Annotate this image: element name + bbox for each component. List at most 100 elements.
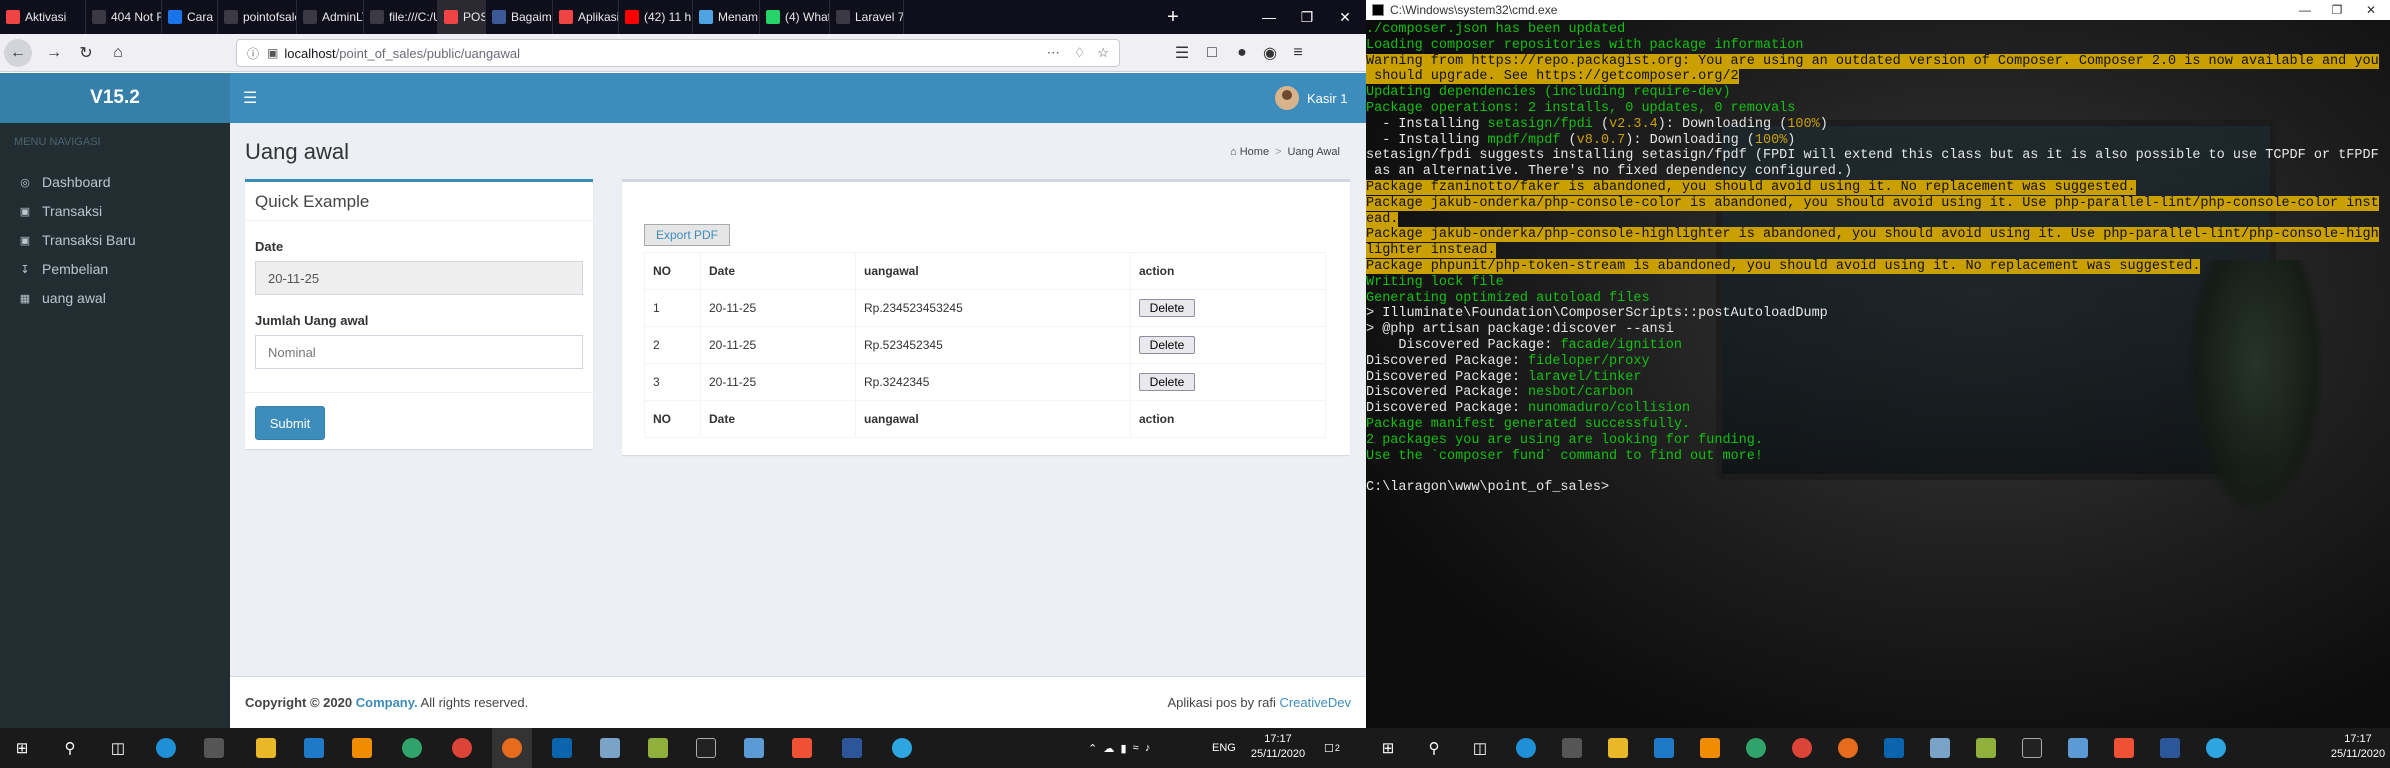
- telegram-icon[interactable]: [890, 736, 914, 760]
- page-actions-icon[interactable]: ⋯: [1047, 45, 1060, 61]
- language-indicator[interactable]: ENG: [1212, 728, 1236, 768]
- user-menu[interactable]: Kasir 1: [1275, 83, 1365, 113]
- tray-icons[interactable]: ⌃ ☁ ▮ ≈ ♪: [1088, 728, 1150, 768]
- edge-icon[interactable]: [154, 736, 178, 760]
- search-icon[interactable]: ⚲: [1422, 736, 1446, 760]
- task-view-icon[interactable]: ◫: [106, 736, 130, 760]
- maximize-icon[interactable]: ❐: [2322, 0, 2352, 20]
- git-icon[interactable]: [790, 736, 814, 760]
- app-blue-icon[interactable]: [742, 736, 766, 760]
- new-tab-button[interactable]: +: [1160, 0, 1186, 34]
- submit-button[interactable]: Submit: [255, 406, 325, 440]
- word-icon[interactable]: [840, 736, 864, 760]
- store-icon[interactable]: [1560, 736, 1584, 760]
- vscode-icon[interactable]: [1652, 736, 1676, 760]
- clock[interactable]: 17:17 25/11/2020: [1246, 732, 1310, 762]
- windows-start-icon[interactable]: ⊞: [10, 736, 34, 760]
- url-bar[interactable]: ⓘ ▣ localhost/point_of_sales/public/uang…: [236, 39, 1120, 67]
- edge-icon[interactable]: [1514, 736, 1538, 760]
- sublime-icon[interactable]: [350, 736, 374, 760]
- maximize-icon[interactable]: ❐: [1288, 0, 1326, 34]
- file-explorer-icon[interactable]: [1606, 736, 1630, 760]
- delete-button[interactable]: Delete: [1139, 373, 1195, 391]
- volume-icon[interactable]: ♪: [1145, 742, 1151, 754]
- telegram-icon[interactable]: [2204, 736, 2228, 760]
- file-explorer-icon[interactable]: [254, 736, 278, 760]
- minimize-icon[interactable]: —: [1250, 0, 1288, 34]
- bookmark-star-icon[interactable]: ☆: [1097, 45, 1109, 61]
- tab-4[interactable]: AdminLTE 2: [297, 0, 364, 34]
- notes-icon[interactable]: [598, 736, 622, 760]
- tab-3[interactable]: pointofsale7: [218, 0, 297, 34]
- clock[interactable]: 17:17 25/11/2020: [2328, 732, 2388, 762]
- gitkraken-icon[interactable]: [400, 736, 424, 760]
- close-icon[interactable]: ✕: [1326, 0, 1364, 34]
- pocket-icon[interactable]: ♢: [1074, 45, 1086, 61]
- search-icon[interactable]: ⚲: [58, 736, 82, 760]
- notification-icon[interactable]: ☐ 2: [1324, 728, 1340, 768]
- menu-icon[interactable]: ≡: [1286, 41, 1310, 65]
- tab-8[interactable]: Aplikasi: [553, 0, 619, 34]
- chevron-up-icon[interactable]: ⌃: [1088, 742, 1097, 755]
- task-view-icon[interactable]: ◫: [1468, 736, 1492, 760]
- mail-icon[interactable]: [550, 736, 574, 760]
- reload-button[interactable]: ↻: [74, 41, 98, 65]
- tab-12[interactable]: Laravel 7: Tu: [830, 0, 904, 34]
- library-icon[interactable]: ☰: [1170, 41, 1194, 65]
- wifi-icon[interactable]: ≈: [1133, 742, 1139, 754]
- export-pdf-button[interactable]: Export PDF: [644, 224, 730, 246]
- tab-2[interactable]: Cara Up: [162, 0, 218, 34]
- app-logo[interactable]: V15.2: [0, 73, 230, 123]
- terminal-icon[interactable]: [694, 736, 718, 760]
- account-icon[interactable]: ●: [1230, 41, 1254, 65]
- app-blue-icon[interactable]: [2066, 736, 2090, 760]
- git-icon[interactable]: [2112, 736, 2136, 760]
- tab-7[interactable]: Bagaima: [486, 0, 553, 34]
- creativedev-link[interactable]: CreativeDev: [1279, 695, 1351, 710]
- extension-icon[interactable]: ◉: [1258, 41, 1282, 65]
- back-button[interactable]: ←: [4, 39, 32, 67]
- delete-button[interactable]: Delete: [1139, 336, 1195, 354]
- delete-button[interactable]: Delete: [1139, 299, 1195, 317]
- home-icon[interactable]: ⌂: [106, 41, 130, 65]
- minimize-icon[interactable]: —: [2290, 0, 2320, 20]
- tab-11[interactable]: (4) What: [760, 0, 830, 34]
- windows-start-icon[interactable]: ⊞: [1376, 736, 1400, 760]
- amount-field[interactable]: [255, 335, 583, 369]
- firefox-icon[interactable]: [1836, 736, 1860, 760]
- tab-0[interactable]: Aktivasi: [0, 0, 86, 34]
- gitkraken-icon[interactable]: [1744, 736, 1768, 760]
- page-info-icon[interactable]: ⓘ: [247, 45, 259, 62]
- store-icon[interactable]: [202, 736, 226, 760]
- tab-1[interactable]: 404 Not Fou: [86, 0, 162, 34]
- battery-icon[interactable]: ▮: [1120, 742, 1126, 755]
- terminal-icon[interactable]: [2020, 736, 2044, 760]
- cell-amount: Rp.3242345: [855, 363, 1131, 401]
- chrome-icon[interactable]: [450, 736, 474, 760]
- tab-6[interactable]: POS✕: [438, 0, 486, 34]
- mail-icon[interactable]: [1882, 736, 1906, 760]
- tab-10[interactable]: Menam: [693, 0, 760, 34]
- sidebar-item-uang-awal[interactable]: ▦ uang awal: [0, 278, 230, 318]
- hamburger-icon[interactable]: ☰: [243, 88, 259, 107]
- close-icon[interactable]: ✕: [2356, 0, 2386, 20]
- breadcrumb-home[interactable]: ⌂ Home: [1230, 146, 1269, 158]
- app-green-icon[interactable]: [646, 736, 670, 760]
- console-output[interactable]: ./composer.json has been updated Loading …: [1366, 22, 2390, 496]
- word-icon[interactable]: [2158, 736, 2182, 760]
- cloud-icon[interactable]: ☁: [1103, 742, 1114, 755]
- firefox-icon[interactable]: [492, 728, 532, 768]
- tab-5[interactable]: file:///C:/Us: [364, 0, 438, 34]
- vscode-icon[interactable]: [302, 736, 326, 760]
- app-green-icon[interactable]: [1974, 736, 1998, 760]
- chrome-icon[interactable]: [1790, 736, 1814, 760]
- cmd-window[interactable]: C:\Windows\system32\cmd.exe — ❐ ✕ ./comp…: [1366, 0, 2390, 728]
- forward-button[interactable]: →: [42, 41, 66, 65]
- company-link[interactable]: Company.: [356, 695, 418, 710]
- sidebar-toggle-icon[interactable]: □: [1200, 41, 1224, 65]
- taskbar-right: ⊞ ⚲ ◫ 17:17 25/11/2020: [1366, 728, 2390, 768]
- tab-9[interactable]: (42) 11 h: [619, 0, 693, 34]
- sublime-icon[interactable]: [1698, 736, 1722, 760]
- date-field[interactable]: [255, 261, 583, 295]
- notes-icon[interactable]: [1928, 736, 1952, 760]
